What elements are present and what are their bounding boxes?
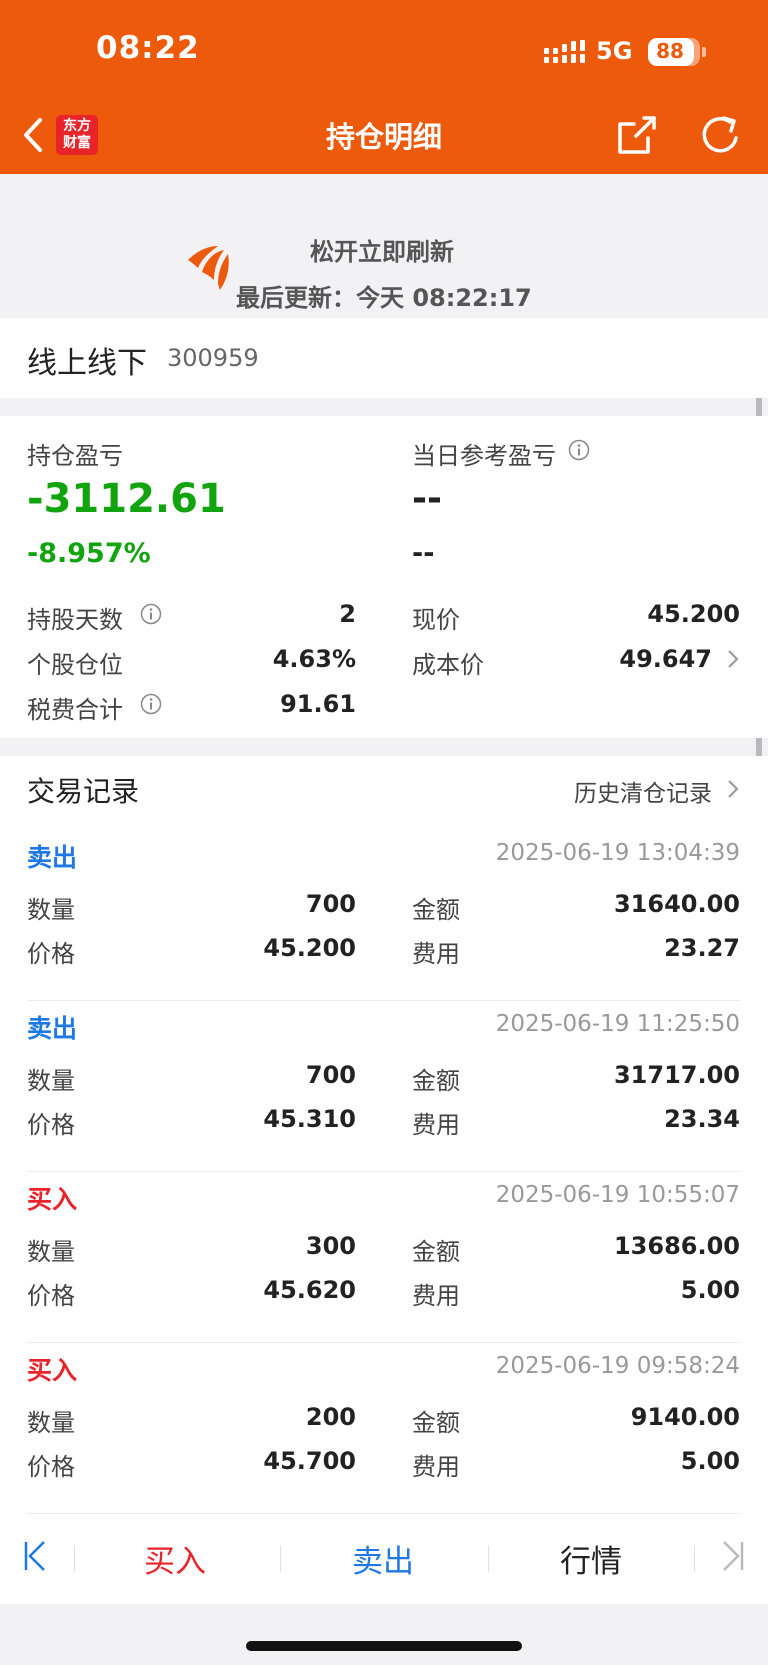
quantity-label: 数量 — [27, 1238, 75, 1266]
position-summary: 持仓盈亏 -3112.61 -8.957% 当日参考盈亏 -- -- 持股天数 … — [0, 416, 768, 738]
trade-record[interactable]: 买入 2025-06-19 09:58:24 数量 200 金额 9140.00… — [0, 1343, 768, 1514]
fee-value: 23.27 — [664, 934, 740, 962]
last-update-time: 最后更新：今天 08:22:17 — [236, 284, 532, 312]
amount-value: 31640.00 — [613, 890, 740, 918]
price-value: 45.620 — [263, 1276, 356, 1304]
today-pnl-value: -- — [412, 478, 442, 519]
signal-icon — [544, 40, 585, 63]
separator — [74, 1546, 75, 1572]
fee-label: 费用 — [412, 1111, 460, 1139]
refresh-icon[interactable] — [698, 112, 744, 158]
top-bar: 08:22 5G 88 东方 财富 持仓明细 — [0, 0, 768, 174]
fee-value: 5.00 — [680, 1276, 740, 1304]
cost-price-value[interactable]: 49.647 — [619, 645, 712, 673]
today-pnl-label: 当日参考盈亏 — [412, 442, 556, 470]
separator — [694, 1546, 695, 1572]
home-indicator[interactable] — [246, 1641, 522, 1651]
trade-time: 2025-06-19 11:25:50 — [495, 1011, 740, 1037]
amount-value: 31717.00 — [613, 1061, 740, 1089]
cost-price-label: 成本价 — [412, 651, 484, 679]
total-fees-label: 税费合计 — [27, 696, 123, 724]
current-price-label: 现价 — [412, 606, 460, 634]
share-icon[interactable] — [614, 112, 660, 158]
today-pnl-percent: -- — [412, 538, 435, 569]
trade-record[interactable]: 买入 2025-06-19 10:55:07 数量 300 金额 13686.0… — [0, 1172, 768, 1343]
position-weight-label: 个股仓位 — [27, 651, 123, 679]
fee-value: 23.34 — [664, 1105, 740, 1133]
battery-nub — [702, 47, 706, 57]
stock-code: 300959 — [167, 344, 259, 372]
chevron-right-icon[interactable] — [726, 778, 740, 800]
current-price-value: 45.200 — [647, 600, 740, 628]
info-icon[interactable] — [568, 439, 590, 461]
holding-days-value: 2 — [339, 600, 356, 628]
quantity-value: 700 — [305, 1061, 356, 1089]
quantity-label: 数量 — [27, 896, 75, 924]
divider — [27, 1513, 740, 1514]
fee-value: 5.00 — [680, 1447, 740, 1475]
trade-time: 2025-06-19 10:55:07 — [495, 1182, 740, 1208]
history-clearance-link[interactable]: 历史清仓记录 — [574, 774, 712, 808]
status-time: 08:22 — [96, 30, 200, 66]
position-weight-value: 4.63% — [272, 645, 356, 673]
trade-records: 交易记录 历史清仓记录 卖出 2025-06-19 13:04:39 数量 70… — [0, 756, 768, 1516]
eastmoney-logo-icon — [188, 246, 229, 290]
trade-side: 卖出 — [27, 1014, 78, 1043]
fee-label: 费用 — [412, 940, 460, 968]
quantity-label: 数量 — [27, 1409, 75, 1437]
trade-time: 2025-06-19 09:58:24 — [495, 1353, 740, 1379]
info-icon[interactable] — [140, 693, 162, 715]
quantity-value: 200 — [305, 1403, 356, 1431]
trade-side: 买入 — [27, 1356, 78, 1385]
separator — [280, 1546, 281, 1572]
quantity-value: 700 — [305, 890, 356, 918]
amount-label: 金额 — [412, 1238, 460, 1266]
fee-label: 费用 — [412, 1453, 460, 1481]
bottom-action-bar: 买入 卖出 行情 — [0, 1516, 768, 1604]
amount-label: 金额 — [412, 1409, 460, 1437]
amount-value: 13686.00 — [613, 1232, 740, 1260]
position-pnl-value: -3112.61 — [27, 476, 226, 522]
buy-button[interactable]: 买入 — [110, 1536, 240, 1581]
price-label: 价格 — [27, 940, 75, 968]
position-pnl-label: 持仓盈亏 — [27, 442, 123, 470]
separator — [488, 1546, 489, 1572]
price-label: 价格 — [27, 1111, 75, 1139]
trade-side: 买入 — [27, 1185, 78, 1214]
pull-refresh-title: 松开立即刷新 — [310, 238, 454, 266]
fee-label: 费用 — [412, 1282, 460, 1310]
first-page-icon[interactable] — [22, 1538, 48, 1574]
trade-time: 2025-06-19 13:04:39 — [495, 840, 740, 866]
amount-value: 9140.00 — [630, 1403, 740, 1431]
total-fees-value: 91.61 — [280, 690, 356, 718]
stock-header: 线上线下 300959 — [0, 318, 768, 398]
quote-button[interactable]: 行情 — [526, 1536, 656, 1581]
amount-label: 金额 — [412, 1067, 460, 1095]
battery-icon: 88 — [648, 38, 700, 66]
price-value: 45.700 — [263, 1447, 356, 1475]
stock-name: 线上线下 — [27, 346, 147, 381]
price-label: 价格 — [27, 1282, 75, 1310]
price-value: 45.200 — [263, 934, 356, 962]
quantity-label: 数量 — [27, 1067, 75, 1095]
position-pnl-percent: -8.957% — [27, 538, 151, 569]
holding-days-label: 持股天数 — [27, 606, 123, 634]
network-type: 5G — [596, 37, 633, 65]
trade-record[interactable]: 卖出 2025-06-19 13:04:39 数量 700 金额 31640.0… — [0, 830, 768, 1001]
price-value: 45.310 — [263, 1105, 356, 1133]
sell-button[interactable]: 卖出 — [318, 1536, 448, 1581]
trade-records-title: 交易记录 — [27, 775, 140, 808]
quantity-value: 300 — [305, 1232, 356, 1260]
chevron-right-icon[interactable] — [726, 648, 740, 670]
pull-refresh-header: 松开立即刷新 最后更新：今天 08:22:17 — [0, 174, 768, 318]
trade-side: 卖出 — [27, 843, 78, 872]
info-icon[interactable] — [140, 603, 162, 625]
amount-label: 金额 — [412, 896, 460, 924]
price-label: 价格 — [27, 1453, 75, 1481]
trade-record[interactable]: 卖出 2025-06-19 11:25:50 数量 700 金额 31717.0… — [0, 1001, 768, 1172]
last-page-icon[interactable] — [720, 1538, 746, 1574]
